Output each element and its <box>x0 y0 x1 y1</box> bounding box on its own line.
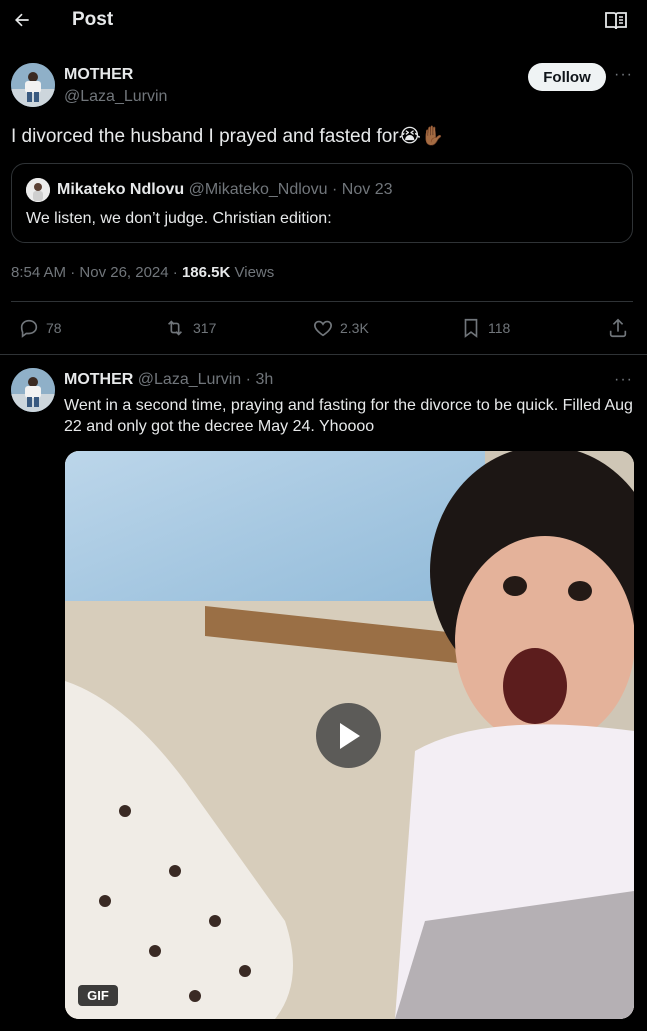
more-options-icon[interactable]: ··· <box>614 66 633 84</box>
reply-header: MOTHER @Laza_Lurvin · 3h <box>64 371 273 389</box>
post-text: I divorced the husband I prayed and fast… <box>11 125 445 149</box>
raised-hand-emoji-icon: ✋🏾 <box>420 126 445 147</box>
meta-separator: · <box>70 264 76 281</box>
like-button[interactable]: 2.3K <box>312 317 369 339</box>
views-label: Views <box>234 264 275 281</box>
loudly-crying-emoji-icon: 😭 <box>398 126 421 147</box>
repost-count: 317 <box>193 320 217 336</box>
page-title: Post <box>72 9 114 30</box>
repost-button[interactable]: 317 <box>163 317 216 339</box>
quoted-post[interactable] <box>11 163 633 243</box>
post-text-body: I divorced the husband I prayed and fast… <box>11 126 399 147</box>
quote-text: We listen, we don’t judge. Christian edi… <box>26 210 332 227</box>
play-icon <box>339 722 360 749</box>
bookmark-button[interactable]: 118 <box>460 317 510 339</box>
heart-icon <box>314 320 332 337</box>
meta-separator-2: · <box>172 264 178 281</box>
reply-icon <box>20 319 38 338</box>
post-time[interactable]: 8:54 AM <box>11 264 66 281</box>
quote-avatar <box>26 178 50 202</box>
reply-more-options-icon[interactable]: ··· <box>614 371 633 389</box>
views-count: 186.5K <box>181 264 231 281</box>
reply-text: Went in a second time, praying and fasti… <box>64 397 633 435</box>
author-handle[interactable]: @Laza_Lurvin <box>64 88 167 106</box>
quote-author-name: Mikateko Ndlovu <box>57 181 185 198</box>
quote-separator: · <box>332 181 338 198</box>
play-button[interactable] <box>316 703 381 768</box>
quote-header: Mikateko Ndlovu @Mikateko_Ndlovu · Nov 2… <box>57 181 393 199</box>
section-divider <box>0 354 647 355</box>
reply-author-handle[interactable]: @Laza_Lurvin <box>138 371 241 388</box>
share-icon[interactable] <box>607 317 629 339</box>
reply-button[interactable]: 78 <box>18 317 62 339</box>
back-arrow-icon[interactable] <box>8 6 36 34</box>
post-date[interactable]: Nov 26, 2024 <box>79 264 168 281</box>
reply-avatar[interactable] <box>11 368 55 412</box>
author-name[interactable]: MOTHER <box>64 66 133 84</box>
avatar[interactable] <box>11 63 55 107</box>
follow-button[interactable]: Follow <box>528 63 606 91</box>
repost-icon <box>167 320 183 336</box>
quote-date: Nov 23 <box>341 181 393 198</box>
reply-author-name[interactable]: MOTHER <box>64 371 133 388</box>
quote-author-handle: @Mikateko_Ndlovu <box>188 181 328 198</box>
reply-separator: · <box>245 371 251 388</box>
bookmark-icon <box>464 318 478 338</box>
reader-mode-icon[interactable] <box>602 8 630 34</box>
post-meta: 8:54 AM · Nov 26, 2024 · 186.5K Views <box>11 264 274 281</box>
bookmark-count: 118 <box>488 320 511 336</box>
reply-count: 78 <box>46 320 62 336</box>
divider <box>11 301 633 302</box>
gif-badge: GIF <box>78 985 118 1006</box>
reply-time[interactable]: 3h <box>255 371 273 388</box>
like-count: 2.3K <box>340 320 369 336</box>
